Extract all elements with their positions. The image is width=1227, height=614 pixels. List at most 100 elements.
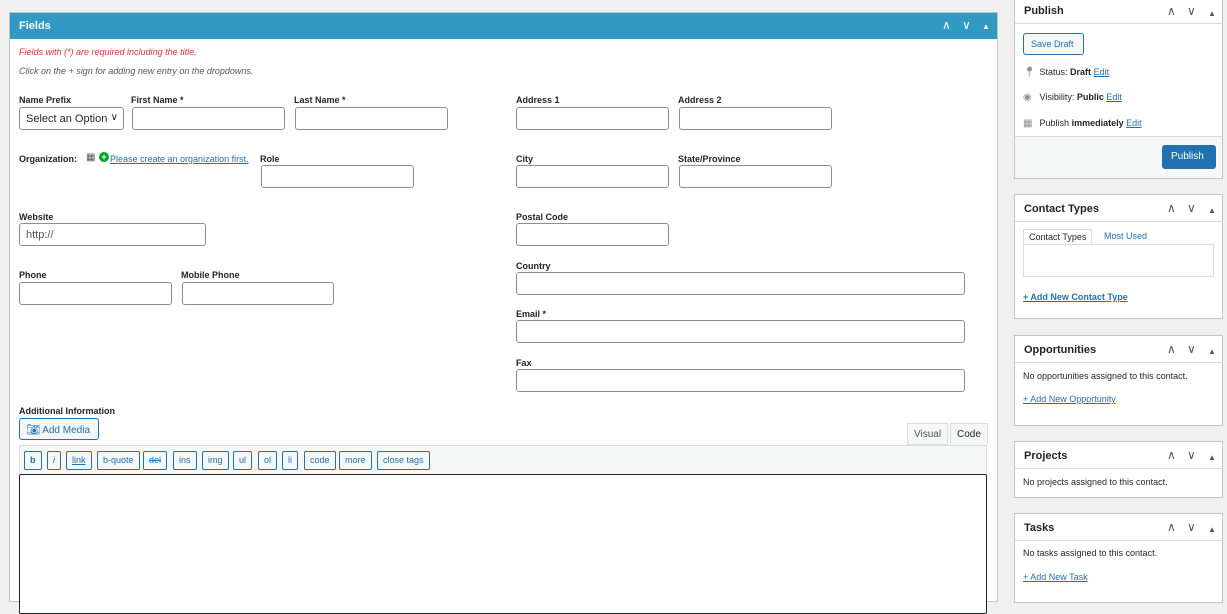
first-name-label: First Name * <box>131 95 184 105</box>
divider <box>1015 23 1222 24</box>
dropdown-note: Click on the + sign for adding new entry… <box>19 66 254 76</box>
edit-publish-date-link[interactable]: Edit <box>1126 118 1142 128</box>
name-prefix-selected-value: Select an Option <box>26 113 108 125</box>
move-up-icon[interactable]: ∧ <box>942 18 951 32</box>
contact-types-checklist <box>1023 244 1214 277</box>
add-media-button[interactable]: 📷︎ Add Media <box>19 418 99 440</box>
quicktag-close-tags-button[interactable]: close tags <box>377 451 430 470</box>
save-draft-button[interactable]: Save Draft <box>1023 33 1084 55</box>
state-label: State/Province <box>678 154 741 164</box>
name-prefix-select[interactable]: Select an Option ∨ <box>19 107 124 130</box>
add-task-link[interactable]: + Add New Task <box>1023 572 1088 582</box>
quicktag-more-button[interactable]: more <box>339 451 372 470</box>
move-up-icon[interactable]: ∧ <box>1167 201 1176 215</box>
move-down-icon[interactable]: ∨ <box>1187 201 1196 215</box>
quicktag-italic-button[interactable]: i <box>47 451 61 470</box>
calendar-icon: ▦ <box>1023 118 1033 129</box>
publish-date-value: immediately <box>1071 118 1124 128</box>
pin-icon: 📍︎ <box>1023 67 1036 78</box>
edit-visibility-link[interactable]: Edit <box>1106 92 1122 102</box>
collapse-toggle-icon[interactable]: ▲ <box>1208 451 1216 465</box>
move-up-icon[interactable]: ∧ <box>1167 448 1176 462</box>
collapse-toggle-icon[interactable]: ▲ <box>982 20 990 34</box>
add-opportunity-link[interactable]: + Add New Opportunity <box>1023 394 1116 404</box>
postal-code-label: Postal Code <box>516 212 569 222</box>
contact-types-box: Contact Types ∧ ∨ ▲ Contact Types Most U… <box>1014 194 1223 319</box>
content-editor-textarea[interactable] <box>19 474 987 614</box>
move-down-icon[interactable]: ∨ <box>1187 448 1196 462</box>
tab-code[interactable]: Code <box>950 423 988 445</box>
address1-input[interactable] <box>516 107 669 130</box>
organization-label: Organization: <box>19 154 77 164</box>
role-label: Role <box>260 154 280 164</box>
move-down-icon[interactable]: ∨ <box>1187 342 1196 356</box>
quicktag-ins-button[interactable]: ins <box>173 451 197 470</box>
quicktag-ul-button[interactable]: ul <box>233 451 253 470</box>
email-input[interactable] <box>516 320 965 343</box>
website-input[interactable] <box>19 223 206 246</box>
fields-panel-header: Fields ∧ ∨ ▲ <box>10 13 997 39</box>
edit-status-link[interactable]: Edit <box>1094 67 1110 77</box>
move-down-icon[interactable]: ∨ <box>1187 520 1196 534</box>
opportunities-title: Opportunities <box>1024 344 1097 356</box>
publish-date-label: Publish <box>1039 118 1070 128</box>
status-label: Status: <box>1039 67 1068 77</box>
tab-visual[interactable]: Visual <box>907 423 949 445</box>
phone-input[interactable] <box>19 282 172 305</box>
fields-panel-title: Fields <box>19 20 51 32</box>
tab-contact-types[interactable]: Contact Types <box>1023 229 1093 245</box>
add-media-label: Add Media <box>42 425 91 436</box>
mobile-phone-label: Mobile Phone <box>181 270 240 280</box>
create-organization-link[interactable]: Please create an organization first. <box>110 154 249 164</box>
tasks-box: Tasks ∧ ∨ ▲ No tasks assigned to this co… <box>1014 513 1223 603</box>
tab-most-used[interactable]: Most Used <box>1099 229 1152 245</box>
country-input[interactable] <box>516 272 965 295</box>
last-name-input[interactable] <box>295 107 448 130</box>
fields-panel: Fields ∧ ∨ ▲ Fields with (*) are require… <box>9 12 998 614</box>
building-icon: ▦ <box>86 152 96 163</box>
quicktags-toolbar: b i link b-quote del ins img ul ol li co… <box>19 445 987 474</box>
projects-empty-text: No projects assigned to this contact. <box>1023 477 1168 487</box>
move-down-icon[interactable]: ∨ <box>1187 4 1196 18</box>
contact-types-title: Contact Types <box>1024 203 1099 215</box>
fax-input[interactable] <box>516 369 965 392</box>
divider <box>1015 362 1222 363</box>
move-up-icon[interactable]: ∧ <box>1167 520 1176 534</box>
collapse-toggle-icon[interactable]: ▲ <box>1208 204 1216 218</box>
visibility-label: Visibility: <box>1039 92 1075 102</box>
move-up-icon[interactable]: ∧ <box>1167 4 1176 18</box>
collapse-toggle-icon[interactable]: ▲ <box>1208 523 1216 537</box>
move-up-icon[interactable]: ∧ <box>1167 342 1176 356</box>
quicktag-li-button[interactable]: li <box>282 451 298 470</box>
publish-date-row: ▦ Publish immediately Edit <box>1023 118 1142 129</box>
name-prefix-label: Name Prefix <box>19 95 72 105</box>
role-input[interactable] <box>261 165 414 188</box>
visibility-value: Public <box>1076 92 1104 102</box>
quicktag-link-button[interactable]: link <box>66 451 92 470</box>
address2-label: Address 2 <box>678 95 722 105</box>
add-organization-icon[interactable]: + <box>99 152 109 162</box>
quicktag-del-button[interactable]: del <box>143 451 168 470</box>
collapse-toggle-icon[interactable]: ▲ <box>1208 345 1216 359</box>
move-down-icon[interactable]: ∨ <box>962 18 971 32</box>
add-contact-type-link[interactable]: + Add New Contact Type <box>1023 292 1128 302</box>
city-input[interactable] <box>516 165 669 188</box>
first-name-input[interactable] <box>132 107 285 130</box>
state-input[interactable] <box>679 165 832 188</box>
quicktag-ol-button[interactable]: ol <box>258 451 278 470</box>
projects-box: Projects ∧ ∨ ▲ No projects assigned to t… <box>1014 441 1223 498</box>
address2-input[interactable] <box>679 107 832 130</box>
publish-box-title: Publish <box>1024 5 1064 17</box>
website-label: Website <box>19 212 54 222</box>
quicktag-code-button[interactable]: code <box>304 451 336 470</box>
publish-button[interactable]: Publish <box>1162 145 1216 169</box>
quicktag-img-button[interactable]: img <box>202 451 229 470</box>
status-value: Draft <box>1070 67 1092 77</box>
quicktag-bquote-button[interactable]: b-quote <box>97 451 140 470</box>
postal-code-input[interactable] <box>516 223 669 246</box>
mobile-phone-input[interactable] <box>182 282 334 305</box>
city-label: City <box>516 154 534 164</box>
collapse-toggle-icon[interactable]: ▲ <box>1208 7 1216 21</box>
fax-label: Fax <box>516 358 532 368</box>
quicktag-bold-button[interactable]: b <box>24 451 42 470</box>
